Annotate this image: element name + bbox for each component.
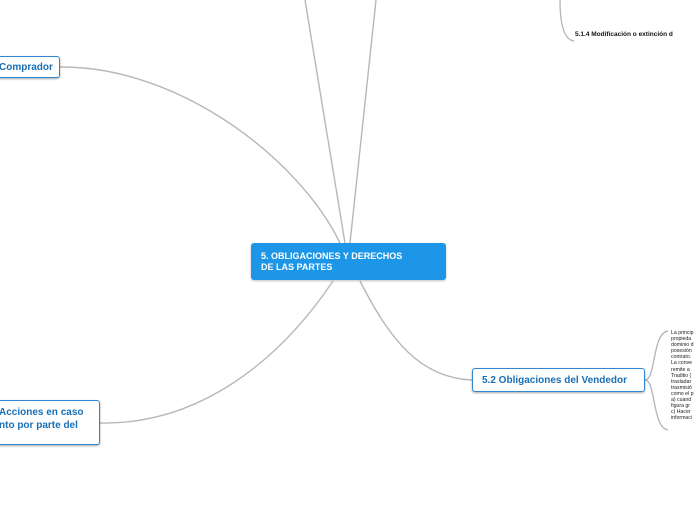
connector-root-to-top-left	[304, 0, 346, 244]
connector-root-to-acciones	[99, 280, 334, 424]
connector-vendedor-to-paragraph	[644, 330, 669, 381]
connector-root-to-vendedor	[359, 280, 473, 381]
topic-comprador-label: Comprador	[0, 62, 53, 73]
central-topic[interactable]: 5. OBLIGACIONES Y DERECHOS DE LAS PARTES	[251, 243, 446, 280]
paragraph-line: trasladar	[671, 378, 692, 385]
connector-subtopic	[559, 0, 575, 42]
paragraph-line: Traditio (	[671, 372, 692, 379]
subtopic-modificacion-extincion[interactable]: 5.1.4 Modificación o extinción d	[575, 31, 673, 38]
topic-comprador[interactable]: Comprador	[0, 56, 60, 78]
mind-map-canvas: 5. OBLIGACIONES Y DERECHOS DE LAS PARTES…	[0, 0, 696, 520]
connector-vendedor-to-paragraph-lower	[644, 379, 669, 431]
connector-root-to-comprador	[59, 66, 341, 244]
central-topic-line2: DE LAS PARTES	[261, 262, 333, 272]
topic-acciones[interactable]: Acciones en caso nto por parte del	[0, 400, 100, 445]
central-topic-line1: 5. OBLIGACIONES Y DERECHOS	[261, 251, 403, 261]
topic-obligaciones-vendedor[interactable]: 5.2 Obligaciones del Vendedor	[472, 368, 645, 392]
connector-root-to-top-right	[349, 0, 377, 244]
topic-acciones-line2: nto por parte del	[0, 420, 78, 431]
paragraph-line: informaci	[671, 415, 693, 422]
topic-acciones-line1: Acciones en caso	[0, 407, 84, 418]
vendedor-detail-paragraph: La princip propieda dominio d posesión c…	[671, 330, 694, 421]
paragraph-line: La conve	[671, 360, 693, 367]
topic-obligaciones-vendedor-label: 5.2 Obligaciones del Vendedor	[482, 375, 628, 386]
subtopic-modificacion-extincion-label: 5.1.4 Modificación o extinción d	[575, 31, 673, 38]
